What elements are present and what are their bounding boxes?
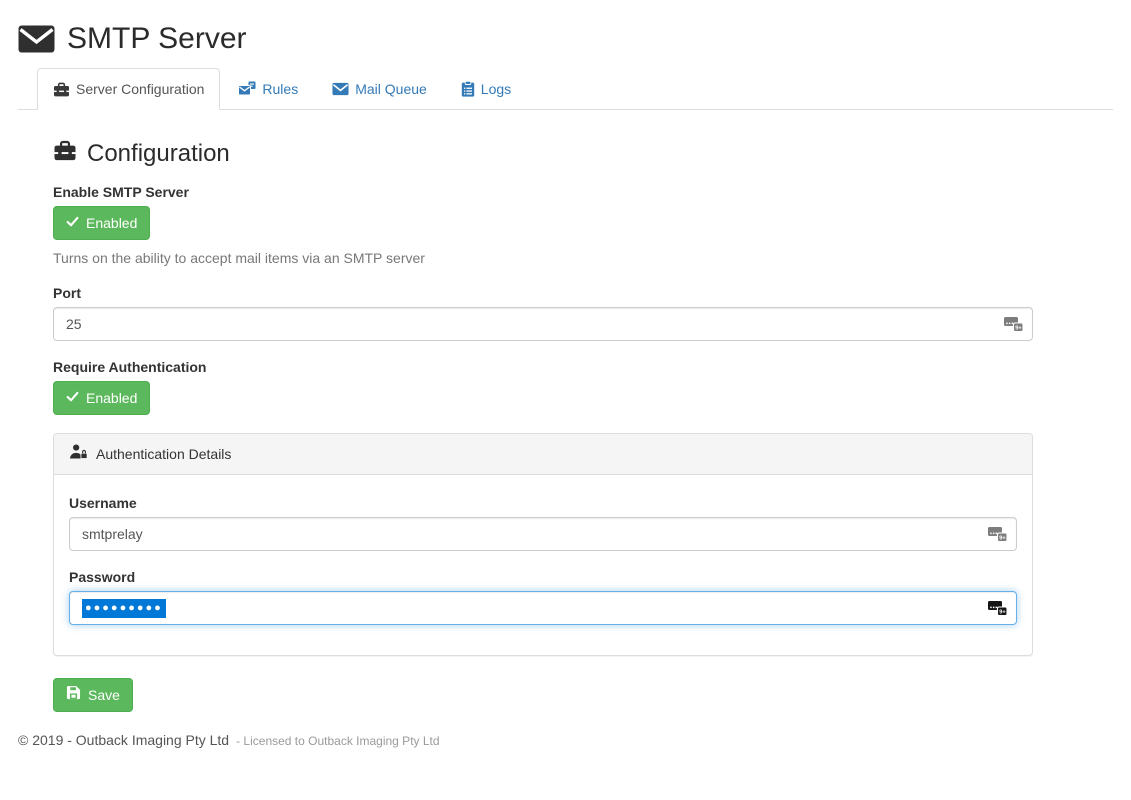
tab-label: Rules (262, 79, 298, 99)
footer-copyright: © 2019 - Outback Imaging Pty Ltd (18, 732, 229, 748)
tab-logs[interactable]: Logs (445, 68, 527, 110)
panel-title: Authentication Details (96, 444, 231, 464)
password-label: Password (69, 569, 1017, 586)
password-masked-value: ●●●●●●●●● (82, 599, 166, 618)
port-input[interactable] (53, 307, 1033, 341)
username-label: Username (69, 495, 1017, 512)
tab-rules[interactable]: Rules (222, 68, 314, 110)
authentication-details-panel: Authentication Details Username (53, 433, 1033, 656)
envelope-icon (332, 82, 349, 96)
username-group: Username 9+ (69, 495, 1017, 551)
tab-server-configuration[interactable]: Server Configuration (37, 68, 220, 110)
page: SMTP Server Server Configuration (0, 22, 1131, 748)
mail-bulk-icon (238, 81, 256, 97)
section-heading-text: Configuration (87, 140, 230, 168)
authentication-details-header: Authentication Details (54, 434, 1032, 475)
toggle-label: Enabled (86, 388, 137, 408)
port-group: Port 9+ (53, 285, 1033, 341)
save-button[interactable]: Save (53, 678, 133, 712)
toolbox-icon (53, 140, 77, 168)
username-input[interactable] (69, 517, 1017, 551)
page-title: SMTP Server (18, 22, 1113, 56)
tab-label: Mail Queue (355, 79, 427, 99)
authentication-details-body: Username 9+ (54, 475, 1032, 655)
onscreen-keyboard-icon[interactable]: 9+ (988, 526, 1008, 542)
check-icon (66, 213, 79, 233)
onscreen-keyboard-icon[interactable]: 9+ (1004, 316, 1024, 332)
svg-text:9+: 9+ (999, 610, 1006, 616)
section-heading: Configuration (53, 140, 1033, 168)
tab-label: Logs (481, 79, 511, 99)
onscreen-keyboard-icon[interactable]: 9+ (988, 600, 1008, 616)
svg-text:9+: 9+ (999, 536, 1006, 542)
enable-smtp-toggle-button[interactable]: Enabled (53, 206, 150, 240)
svg-text:9+: 9+ (1015, 326, 1022, 332)
port-label: Port (53, 285, 1033, 302)
tab-bar: Server Configuration Rules (18, 68, 1113, 110)
envelope-icon (18, 25, 55, 53)
enable-smtp-group: Enable SMTP Server Enabled Turns on the … (53, 184, 1033, 267)
tab-mail-queue[interactable]: Mail Queue (316, 68, 443, 110)
password-input[interactable]: ●●●●●●●●● (69, 591, 1017, 625)
require-auth-label: Require Authentication (53, 359, 1033, 376)
clipboard-list-icon (461, 81, 475, 97)
tab-label: Server Configuration (76, 79, 204, 99)
page-title-text: SMTP Server (67, 22, 247, 56)
password-group: Password ●●●●●●●●● (69, 569, 1017, 625)
save-button-label: Save (88, 685, 120, 705)
enable-smtp-help: Turns on the ability to accept mail item… (53, 249, 1033, 267)
footer: © 2019 - Outback Imaging Pty Ltd - Licen… (18, 732, 1113, 748)
server-configuration-pane: Configuration Enable SMTP Server Enabled… (53, 110, 1033, 712)
check-icon (66, 388, 79, 408)
user-lock-icon (69, 444, 88, 464)
floppy-disk-icon (66, 685, 81, 705)
require-auth-toggle-button[interactable]: Enabled (53, 381, 150, 415)
footer-license: - Licensed to Outback Imaging Pty Ltd (236, 734, 439, 748)
toolbox-icon (53, 82, 70, 97)
toggle-label: Enabled (86, 213, 137, 233)
require-auth-group: Require Authentication Enabled (53, 359, 1033, 415)
enable-smtp-label: Enable SMTP Server (53, 184, 1033, 201)
